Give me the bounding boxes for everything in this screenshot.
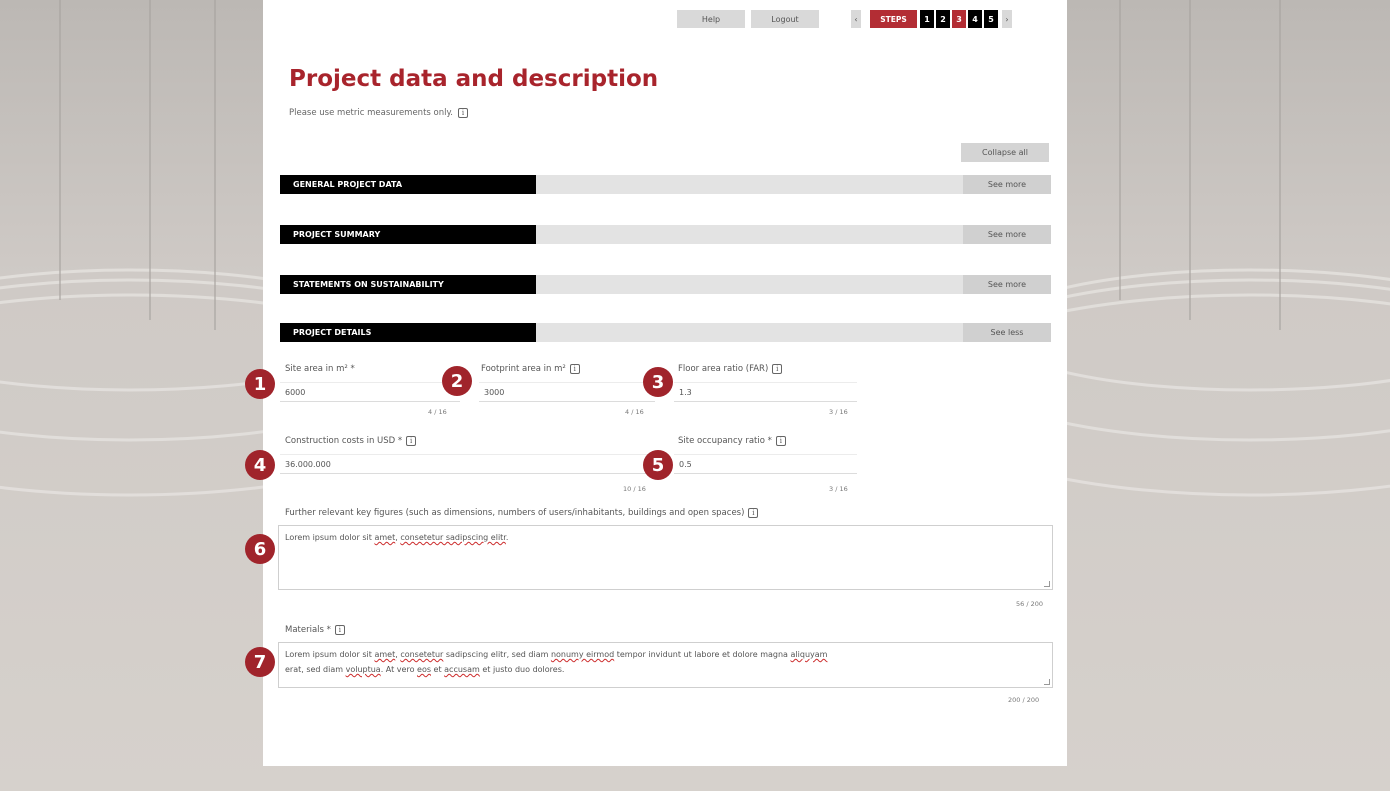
section-label: PROJECT DETAILS bbox=[280, 323, 536, 342]
text-run: aliquyam bbox=[790, 650, 828, 659]
info-icon[interactable]: i bbox=[772, 364, 783, 374]
text-run: et bbox=[431, 665, 445, 674]
far-counter: 3 / 16 bbox=[829, 408, 848, 416]
text-run: amet bbox=[374, 650, 396, 659]
construction-costs-input[interactable]: 36.000.000 bbox=[280, 454, 655, 474]
callout-badge: 2 bbox=[442, 366, 472, 396]
text-run: et justo duo dolores. bbox=[479, 665, 565, 674]
far-label-text: Floor area ratio (FAR) bbox=[678, 364, 769, 374]
key-figures-label: Further relevant key figures (such as di… bbox=[285, 508, 759, 518]
see-more-button[interactable]: See more bbox=[963, 225, 1051, 244]
site-occupancy-counter: 3 / 16 bbox=[829, 485, 848, 493]
info-icon[interactable]: i bbox=[569, 364, 580, 374]
site-occupancy-input[interactable]: 0.5 bbox=[674, 454, 857, 474]
text-run: accusam bbox=[444, 665, 480, 674]
text-run: nonumy eirmod bbox=[550, 650, 615, 659]
key-figures-label-text: Further relevant key figures (such as di… bbox=[285, 508, 745, 518]
text-run: . bbox=[505, 533, 509, 542]
materials-counter: 200 / 200 bbox=[1008, 696, 1040, 704]
page-subtitle: Please use metric measurements only. i bbox=[289, 108, 469, 118]
step-5-button[interactable]: 5 bbox=[984, 10, 998, 28]
construction-costs-label-text: Construction costs in USD * bbox=[285, 436, 403, 446]
section-general-project-data[interactable]: GENERAL PROJECT DATA See more bbox=[280, 175, 1051, 194]
callout-badge: 3 bbox=[643, 367, 673, 397]
callout-badge: 7 bbox=[245, 647, 275, 677]
page-title: Project data and description bbox=[289, 66, 659, 92]
footprint-input[interactable]: 3000 bbox=[479, 382, 655, 402]
materials-line-1: Lorem ipsum dolor sit amet, consetetur s… bbox=[285, 647, 1046, 662]
callout-badge: 6 bbox=[245, 534, 275, 564]
materials-label-text: Materials * bbox=[285, 625, 331, 635]
site-area-label: Site area in m² * bbox=[285, 364, 355, 374]
section-project-summary[interactable]: PROJECT SUMMARY See more bbox=[280, 225, 1051, 244]
text-run: erat, sed diam bbox=[285, 665, 346, 674]
materials-label: Materials * i bbox=[285, 625, 345, 635]
section-label: STATEMENTS ON SUSTAINABILITY bbox=[280, 275, 536, 294]
see-more-button[interactable]: See more bbox=[963, 175, 1051, 194]
resize-handle-icon[interactable] bbox=[1044, 679, 1050, 685]
key-figures-counter: 56 / 200 bbox=[1016, 600, 1043, 608]
text-run: sadipscing elitr, sed diam bbox=[443, 650, 551, 659]
info-icon[interactable]: i bbox=[775, 436, 786, 446]
materials-line-2: erat, sed diam voluptua. At vero eos et … bbox=[285, 662, 1046, 677]
text-run: consetetur sadipscing elitr bbox=[400, 533, 506, 542]
info-icon[interactable]: i bbox=[334, 625, 345, 635]
text-run: voluptua bbox=[345, 665, 381, 674]
site-area-input[interactable]: 6000 bbox=[280, 382, 460, 402]
step-4-button[interactable]: 4 bbox=[968, 10, 982, 28]
section-label: GENERAL PROJECT DATA bbox=[280, 175, 536, 194]
text-run: eos bbox=[417, 665, 431, 674]
step-3-button-active[interactable]: 3 bbox=[952, 10, 966, 28]
see-more-button[interactable]: See more bbox=[963, 275, 1051, 294]
text-run: Lorem ipsum dolor sit bbox=[285, 533, 375, 542]
info-icon[interactable]: i bbox=[748, 508, 759, 518]
construction-costs-label: Construction costs in USD * i bbox=[285, 436, 417, 446]
logout-button[interactable]: Logout bbox=[751, 10, 819, 28]
prev-step-arrow-icon[interactable]: ‹ bbox=[851, 10, 861, 28]
step-1-button[interactable]: 1 bbox=[920, 10, 934, 28]
text-run: . At vero bbox=[380, 665, 418, 674]
callout-badge: 5 bbox=[643, 450, 673, 480]
footprint-counter: 4 / 16 bbox=[625, 408, 644, 416]
steps-label: STEPS bbox=[870, 10, 917, 28]
callout-badge: 4 bbox=[245, 450, 275, 480]
see-less-button[interactable]: See less bbox=[963, 323, 1051, 342]
text-run: tempor invidunt ut labore et dolore magn… bbox=[614, 650, 791, 659]
site-area-counter: 4 / 16 bbox=[428, 408, 447, 416]
site-area-label-text: Site area in m² * bbox=[285, 364, 355, 374]
collapse-all-button[interactable]: Collapse all bbox=[961, 143, 1049, 162]
key-figures-textarea[interactable]: Lorem ipsum dolor sit amet, consetetur s… bbox=[278, 525, 1053, 590]
next-step-arrow-icon[interactable]: › bbox=[1002, 10, 1012, 28]
section-statements-on-sustainability[interactable]: STATEMENTS ON SUSTAINABILITY See more bbox=[280, 275, 1051, 294]
subtitle-text: Please use metric measurements only. bbox=[289, 108, 454, 118]
text-run: consetetur bbox=[400, 650, 444, 659]
site-occupancy-label: Site occupancy ratio * i bbox=[678, 436, 786, 446]
footprint-label: Footprint area in m² i bbox=[481, 364, 580, 374]
far-label: Floor area ratio (FAR) i bbox=[678, 364, 783, 374]
text-run: Lorem ipsum dolor sit bbox=[285, 650, 375, 659]
text-run: amet bbox=[374, 533, 396, 542]
site-occupancy-label-text: Site occupancy ratio * bbox=[678, 436, 772, 446]
help-button[interactable]: Help bbox=[677, 10, 745, 28]
callout-badge: 1 bbox=[245, 369, 275, 399]
info-icon[interactable]: i bbox=[406, 436, 417, 446]
section-label: PROJECT SUMMARY bbox=[280, 225, 536, 244]
section-project-details[interactable]: PROJECT DETAILS See less bbox=[280, 323, 1051, 342]
info-icon[interactable]: i bbox=[458, 108, 469, 118]
materials-textarea[interactable]: Lorem ipsum dolor sit amet, consetetur s… bbox=[278, 642, 1053, 688]
footprint-label-text: Footprint area in m² bbox=[481, 364, 566, 374]
far-input[interactable]: 1.3 bbox=[674, 382, 857, 402]
step-2-button[interactable]: 2 bbox=[936, 10, 950, 28]
resize-handle-icon[interactable] bbox=[1044, 581, 1050, 587]
construction-costs-counter: 10 / 16 bbox=[623, 485, 646, 493]
